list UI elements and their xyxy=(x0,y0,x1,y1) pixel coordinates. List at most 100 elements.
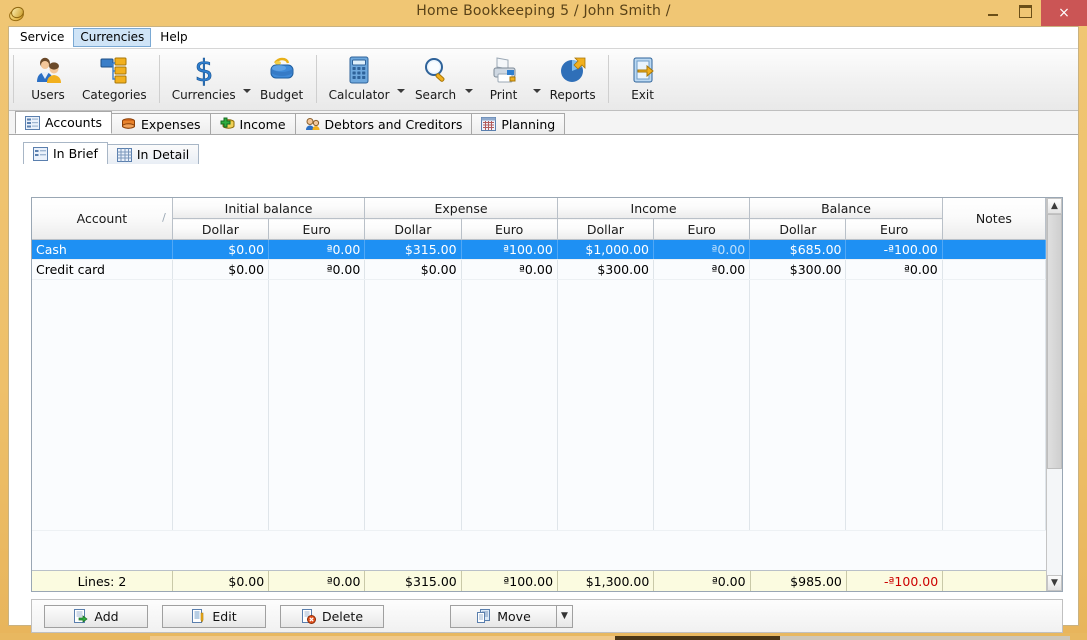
menu-currencies[interactable]: Currencies xyxy=(73,28,152,47)
toolbar-separator xyxy=(315,55,317,103)
toolbar-calculator-button[interactable]: Calculator xyxy=(323,52,396,102)
header-income-euro[interactable]: Euro xyxy=(653,218,751,240)
toolbar-reports-button[interactable]: Reports xyxy=(544,52,602,102)
tab-accounts[interactable]: Accounts xyxy=(15,111,112,134)
add-button[interactable]: Add xyxy=(44,604,148,628)
toolbar-currencies-button[interactable]: $ Currencies xyxy=(166,52,242,102)
move-dropdown-arrow[interactable]: ▼ xyxy=(556,604,573,628)
table-row[interactable]: Credit card $0.00 ª0.00 $0.00 ª0.00 $300… xyxy=(32,259,1046,280)
menu-help[interactable]: Help xyxy=(153,28,194,47)
header-expense-euro[interactable]: Euro xyxy=(461,218,558,240)
window-title: Home Bookkeeping 5 / John Smith / xyxy=(416,3,671,19)
toolbar-group-4: Exit xyxy=(615,52,671,108)
header-balance-dollar[interactable]: Dollar xyxy=(749,218,847,240)
menu-service[interactable]: Service xyxy=(13,28,71,47)
title-bar: Home Bookkeeping 5 / John Smith / × xyxy=(0,0,1087,26)
footer-initial-dollar: $0.00 xyxy=(172,571,270,591)
scrollbar-thumb[interactable] xyxy=(1047,214,1062,469)
close-button[interactable]: × xyxy=(1041,0,1087,26)
scroll-down-button[interactable]: ▼ xyxy=(1047,575,1062,591)
edit-button[interactable]: Edit xyxy=(162,604,266,628)
main-toolbar: Users Categories $ Currencies Budget Cal… xyxy=(9,49,1078,111)
footer-income-dollar: $1,300.00 xyxy=(557,571,655,591)
window-controls: × xyxy=(977,0,1087,26)
header-initial-euro[interactable]: Euro xyxy=(268,218,366,240)
maximize-button[interactable] xyxy=(1009,0,1041,22)
pie-chart-icon xyxy=(557,54,589,86)
toolbar-budget-label: Budget xyxy=(260,88,304,102)
sub-tab-bar: In Brief In Detail xyxy=(9,141,1078,164)
toolbar-search-dropdown-arrow[interactable] xyxy=(464,89,473,93)
cell-account: Credit card xyxy=(32,259,173,280)
menu-bar: Service Currencies Help xyxy=(9,27,1078,49)
main-tab-bar: Accounts Expenses Income Debtors and Cre… xyxy=(9,111,1078,135)
tab-expenses[interactable]: Expenses xyxy=(110,113,211,134)
toolbar-search-button[interactable]: Search xyxy=(408,52,464,102)
move-button-label: Move xyxy=(497,608,531,624)
cell-expense-euro: ª100.00 xyxy=(461,240,558,260)
toolbar-print-label: Print xyxy=(489,88,518,102)
grid-body: Cash $0.00 ª0.00 $315.00 ª100.00 $1,000.… xyxy=(32,240,1046,570)
header-income[interactable]: Income xyxy=(557,198,751,219)
toolbar-categories-button[interactable]: Categories xyxy=(76,52,153,102)
edit-button-label: Edit xyxy=(212,608,237,624)
tab-accounts-label: Accounts xyxy=(45,115,102,130)
toolbar-separator xyxy=(158,55,160,103)
toolbar-exit-button[interactable]: Exit xyxy=(615,52,671,102)
footer-lines-count: Lines: 2 xyxy=(32,571,173,591)
toolbar-separator xyxy=(607,55,609,103)
scroll-up-button[interactable]: ▲ xyxy=(1047,198,1062,214)
cell-account: Cash xyxy=(32,240,173,260)
categories-icon xyxy=(98,54,130,86)
record-action-bar: Add Edit Delete Move ▼ xyxy=(31,599,1063,633)
toolbar-calculator-label: Calculator xyxy=(328,88,390,102)
grid-footer: Lines: 2 $0.00 ª0.00 $315.00 ª100.00 $1,… xyxy=(32,570,1046,591)
desktop-bottom-strip xyxy=(0,633,1087,640)
footer-balance-dollar: $985.00 xyxy=(750,571,847,591)
toolbar-currencies-dropdown-arrow[interactable] xyxy=(242,89,251,93)
header-initial-balance[interactable]: Initial balance xyxy=(172,198,366,219)
svg-text:$: $ xyxy=(194,54,213,86)
tab-debtors-and-creditors[interactable]: Debtors and Creditors xyxy=(294,113,473,134)
header-balance[interactable]: Balance xyxy=(749,198,943,219)
cell-expense-euro: ª0.00 xyxy=(461,259,558,280)
grid-vertical-scrollbar[interactable]: ▲ ▼ xyxy=(1046,198,1062,591)
header-balance-euro[interactable]: Euro xyxy=(845,218,943,240)
footer-notes xyxy=(942,571,1046,591)
toolbar-calculator-dropdown-arrow[interactable] xyxy=(396,89,405,93)
tab-planning-label: Planning xyxy=(501,116,556,132)
toolbar-budget-button[interactable]: Budget xyxy=(254,52,310,102)
planning-icon xyxy=(481,117,497,131)
toolbar-users-button[interactable]: Users xyxy=(20,52,76,102)
header-income-dollar[interactable]: Dollar xyxy=(557,218,655,240)
header-expense-dollar[interactable]: Dollar xyxy=(364,218,462,240)
delete-button[interactable]: Delete xyxy=(280,604,384,628)
move-button[interactable]: Move xyxy=(450,604,556,628)
toolbar-print-dropdown-arrow[interactable] xyxy=(532,89,541,93)
toolbar-group-1: Users Categories xyxy=(20,52,153,108)
cell-initial-dollar: $0.00 xyxy=(172,259,270,280)
cell-balance-dollar: $685.00 xyxy=(749,240,847,260)
cell-initial-euro: ª0.00 xyxy=(268,240,366,260)
move-split-button: Move ▼ xyxy=(450,604,573,628)
tab-income[interactable]: Income xyxy=(209,113,296,134)
tab-planning[interactable]: Planning xyxy=(471,113,566,134)
header-expense[interactable]: Expense xyxy=(364,198,558,219)
table-row[interactable]: Cash $0.00 ª0.00 $315.00 ª100.00 $1,000.… xyxy=(32,240,1046,260)
toolbar-group-2: $ Currencies Budget xyxy=(166,52,310,108)
toolbar-print-button[interactable]: Print xyxy=(476,52,532,102)
cell-expense-dollar: $315.00 xyxy=(364,240,462,260)
subtab-in-detail[interactable]: In Detail xyxy=(106,144,200,164)
minimize-button[interactable] xyxy=(977,0,1009,22)
toolbar-search-label: Search xyxy=(414,88,457,102)
toolbar-users-label: Users xyxy=(31,88,65,102)
cell-income-euro: ª0.00 xyxy=(653,259,751,280)
cell-initial-dollar: $0.00 xyxy=(172,240,270,260)
cell-expense-dollar: $0.00 xyxy=(364,259,462,280)
header-account[interactable]: Account / xyxy=(32,198,173,240)
cell-balance-dollar: $300.00 xyxy=(749,259,847,280)
scrollbar-track[interactable] xyxy=(1047,469,1062,575)
subtab-in-brief[interactable]: In Brief xyxy=(23,142,108,164)
header-initial-dollar[interactable]: Dollar xyxy=(172,218,270,240)
header-notes[interactable]: Notes xyxy=(942,198,1047,240)
